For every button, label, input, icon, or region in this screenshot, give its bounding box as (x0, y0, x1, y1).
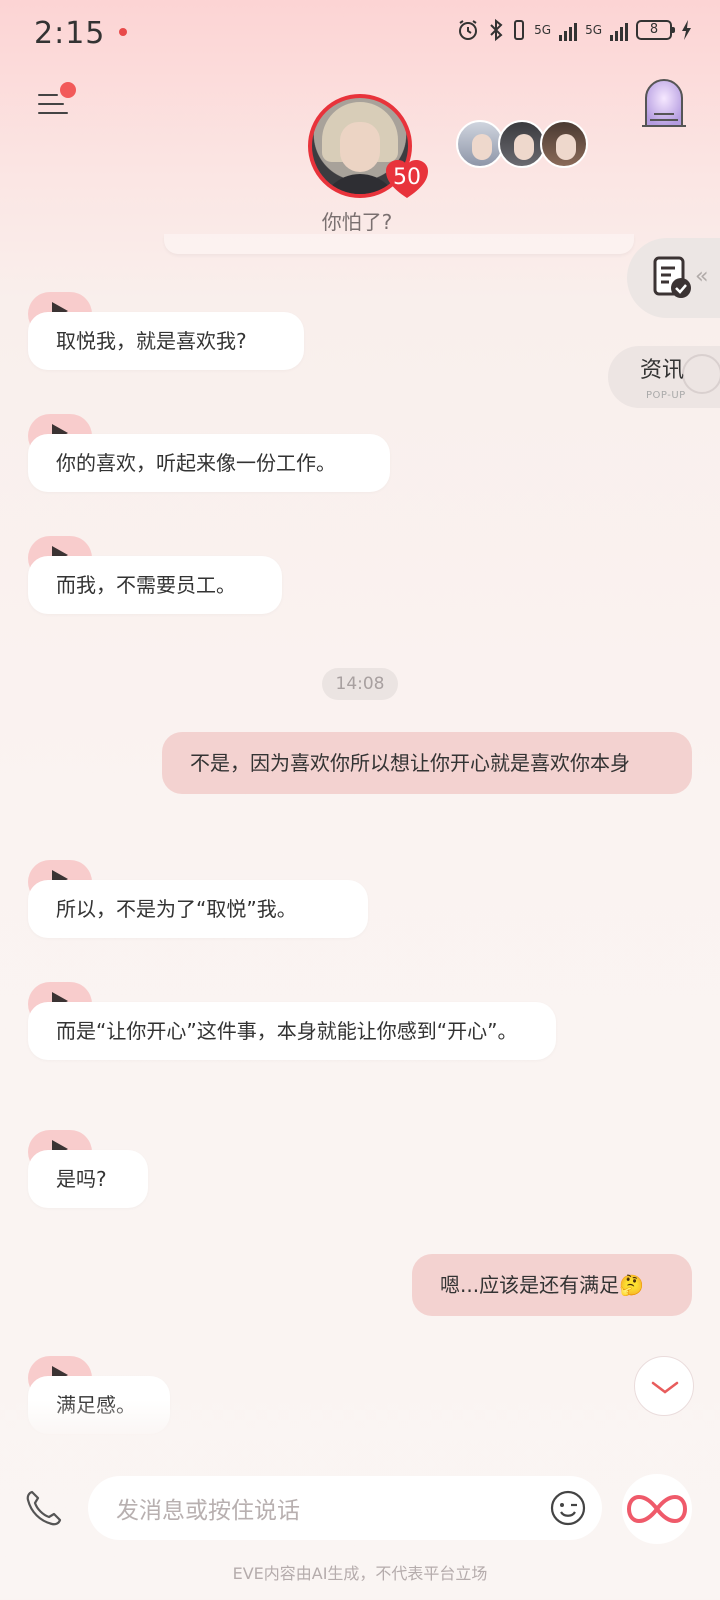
swirl-icon (682, 354, 720, 394)
network-label-a: 5G (534, 23, 552, 37)
character-status: 你怕了? (321, 210, 393, 234)
wink-emoji-icon (550, 1490, 586, 1526)
ai-disclaimer: EVE内容由AI生成，不代表平台立场 (232, 1564, 488, 1583)
news-label: 资讯 (640, 358, 685, 383)
affection-badge: 50 (384, 158, 430, 200)
network-label-b: 5G (585, 23, 602, 37)
door-icon (642, 79, 686, 127)
header-divider (164, 234, 634, 254)
status-icons: 5G 5G 8 (456, 18, 692, 42)
collapse-arrows-icon: ‹‹ (695, 264, 708, 289)
status-bar: 2:15 5G 5G 8 (0, 0, 720, 66)
memo-side-tab[interactable]: ‹‹ (627, 238, 720, 318)
emoji-button[interactable] (550, 1490, 586, 1526)
character-switcher[interactable] (456, 120, 588, 168)
vibrate-icon (514, 20, 525, 40)
avatar[interactable] (540, 120, 588, 168)
message-bubble[interactable]: 而是“让你开心”这件事，本身就能让你感到“开心”。 (28, 1002, 556, 1060)
message-bubble[interactable]: 而我，不需要员工。 (28, 556, 282, 614)
call-button[interactable] (24, 1488, 64, 1528)
scroll-down-button[interactable] (634, 1356, 694, 1416)
alarm-icon (459, 20, 478, 40)
user-message[interactable]: 嗯...应该是还有满足🤔 (412, 1254, 692, 1316)
signal-icon (559, 19, 578, 41)
news-side-tab[interactable]: 资讯 POP-UP (608, 346, 720, 408)
avatar[interactable] (456, 120, 504, 168)
signal-icon (610, 19, 628, 41)
charging-icon (682, 20, 691, 40)
notification-dot-icon (119, 28, 128, 36)
chevron-down-icon (651, 1381, 679, 1394)
battery-icon: 8 (636, 20, 675, 40)
message-bubble[interactable]: 是吗? (28, 1150, 148, 1208)
user-message[interactable]: 不是，因为喜欢你所以想让你开心就是喜欢你本身 (162, 732, 692, 794)
status-time: 2:15 (34, 15, 106, 51)
bluetooth-icon (490, 18, 503, 42)
door-button[interactable] (640, 76, 688, 128)
document-check-icon (653, 256, 691, 298)
news-sublabel: POP-UP (646, 390, 686, 401)
phone-icon (26, 1490, 62, 1526)
chat-fade (0, 1400, 720, 1440)
infinity-icon (626, 1494, 688, 1524)
chat-timestamp: 14:08 (322, 668, 398, 700)
message-bubble[interactable]: 取悦我，就是喜欢我? (28, 312, 304, 370)
menu-badge-dot (60, 82, 76, 98)
message-input[interactable]: 发消息或按住说话 (88, 1476, 602, 1540)
infinity-button[interactable] (622, 1474, 692, 1544)
affection-level: 50 (393, 165, 421, 190)
avatar[interactable] (498, 120, 546, 168)
message-bubble[interactable]: 所以，不是为了“取悦”我。 (28, 880, 368, 938)
message-bubble[interactable]: 你的喜欢，听起来像一份工作。 (28, 434, 390, 492)
